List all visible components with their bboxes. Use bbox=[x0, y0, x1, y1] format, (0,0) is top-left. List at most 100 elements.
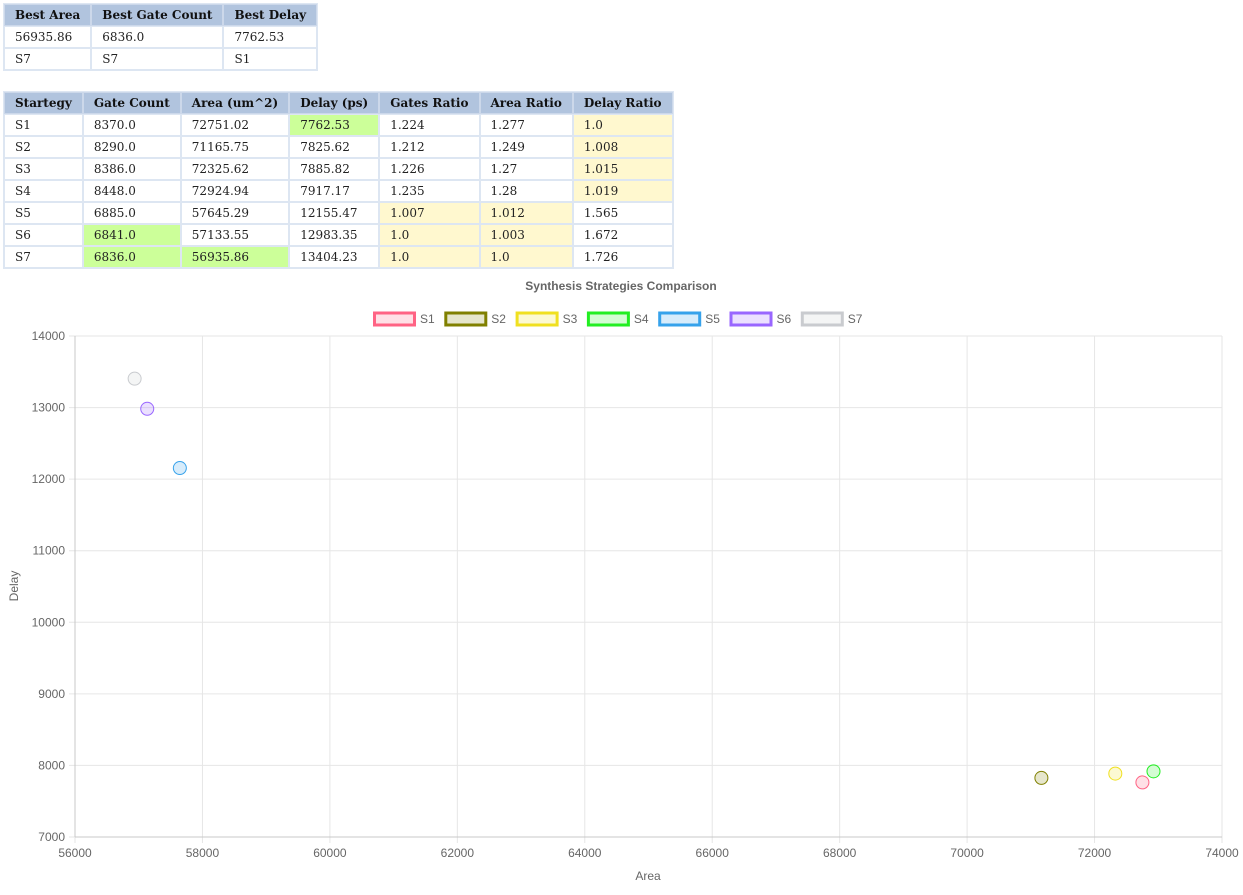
point-s3[interactable] bbox=[1108, 766, 1123, 781]
legend-swatch bbox=[800, 311, 844, 327]
col-header-area-ratio: Area Ratio bbox=[479, 92, 573, 114]
point-s4[interactable] bbox=[1146, 764, 1161, 779]
cell-area-ratio: 1.27 bbox=[479, 158, 573, 180]
summary-header-best-delay: Best Delay bbox=[223, 4, 318, 26]
legend-swatch bbox=[515, 311, 559, 327]
legend-swatch bbox=[729, 311, 773, 327]
cell-delay-ratio: 1.672 bbox=[572, 224, 673, 246]
table-row: S6 6841.0 57133.55 12983.35 1.0 1.003 1.672 bbox=[4, 224, 673, 246]
point-s1[interactable] bbox=[1135, 775, 1150, 790]
cell-gates-ratio: 1.226 bbox=[379, 158, 480, 180]
x-tick-label: 64000 bbox=[568, 846, 602, 860]
table-row: S5 6885.0 57645.29 12155.47 1.007 1.012 1.565 bbox=[4, 202, 673, 224]
y-tick-label: 11000 bbox=[33, 544, 66, 558]
table-row: S7 6836.0 56935.86 13404.23 1.0 1.0 1.726 bbox=[4, 246, 673, 268]
cell-delay-ratio: 1.015 bbox=[572, 158, 673, 180]
cell-delay-ratio: 1.0 bbox=[572, 114, 673, 136]
cell-area-ratio: 1.003 bbox=[479, 224, 573, 246]
table-row: S4 8448.0 72924.94 7917.17 1.235 1.28 1.019 bbox=[4, 180, 673, 202]
cell-delay-ratio: 1.565 bbox=[572, 202, 673, 224]
cell-delay: 13404.23 bbox=[289, 246, 380, 268]
best-area-value: 56935.86 bbox=[4, 26, 92, 48]
chart-legend: S1 S2 S3 S4 S5 S6 S7 bbox=[373, 311, 863, 327]
cell-gate-count: 6885.0 bbox=[82, 202, 181, 224]
point-s6[interactable] bbox=[140, 401, 155, 416]
legend-item-s7[interactable]: S7 bbox=[800, 311, 863, 327]
cell-delay-ratio: 1.726 bbox=[572, 246, 673, 268]
cell-area-ratio: 1.28 bbox=[479, 180, 573, 202]
y-tick-label: 14000 bbox=[32, 329, 66, 343]
legend-swatch bbox=[658, 311, 702, 327]
col-header-strategy: Startegy bbox=[4, 92, 83, 114]
cell-strategy: S5 bbox=[4, 202, 83, 224]
table-row: S1 8370.0 72751.02 7762.53 1.224 1.277 1.0 bbox=[4, 114, 673, 136]
col-header-delay: Delay (ps) bbox=[289, 92, 380, 114]
x-tick-label: 62000 bbox=[441, 846, 475, 860]
y-tick-label: 12000 bbox=[32, 472, 66, 486]
legend-label: S7 bbox=[848, 312, 863, 326]
point-s5[interactable] bbox=[172, 461, 187, 476]
table-row: S2 8290.0 71165.75 7825.62 1.212 1.249 1.008 bbox=[4, 136, 673, 158]
legend-swatch bbox=[444, 311, 488, 327]
legend-label: S4 bbox=[634, 312, 649, 326]
legend-item-s1[interactable]: S1 bbox=[373, 311, 436, 327]
cell-area: 56935.86 bbox=[180, 246, 290, 268]
point-s2[interactable] bbox=[1034, 770, 1049, 785]
cell-delay: 12983.35 bbox=[289, 224, 380, 246]
cell-area-ratio: 1.277 bbox=[479, 114, 573, 136]
cell-gates-ratio: 1.007 bbox=[379, 202, 480, 224]
point-s7[interactable] bbox=[127, 371, 142, 386]
cell-gate-count: 6841.0 bbox=[82, 224, 181, 246]
x-tick-label: 68000 bbox=[823, 846, 857, 860]
legend-item-s4[interactable]: S4 bbox=[586, 311, 649, 327]
col-header-area: Area (um^2) bbox=[180, 92, 290, 114]
y-tick-label: 10000 bbox=[32, 615, 66, 629]
best-delay-value: 7762.53 bbox=[223, 26, 318, 48]
summary-header-best-gate-count: Best Gate Count bbox=[91, 4, 224, 26]
cell-gate-count: 8448.0 bbox=[82, 180, 181, 202]
legend-item-s5[interactable]: S5 bbox=[658, 311, 721, 327]
summary-strategy-row: S7 S7 S1 bbox=[4, 48, 318, 70]
legend-label: S6 bbox=[777, 312, 792, 326]
x-tick-label: 60000 bbox=[313, 846, 347, 860]
legend-item-s2[interactable]: S2 bbox=[444, 311, 507, 327]
legend-label: S2 bbox=[491, 312, 506, 326]
col-header-gate-count: Gate Count bbox=[82, 92, 181, 114]
strategy-table: Startegy Gate Count Area (um^2) Delay (p… bbox=[3, 91, 674, 269]
cell-strategy: S4 bbox=[4, 180, 83, 202]
cell-area: 57133.55 bbox=[180, 224, 290, 246]
y-tick-label: 9000 bbox=[38, 687, 65, 701]
y-axis-title: Delay bbox=[7, 571, 21, 602]
best-gate-count-strategy: S7 bbox=[91, 48, 224, 70]
cell-area-ratio: 1.012 bbox=[479, 202, 573, 224]
legend-item-s3[interactable]: S3 bbox=[515, 311, 578, 327]
cell-delay: 7762.53 bbox=[289, 114, 380, 136]
cell-delay-ratio: 1.008 bbox=[572, 136, 673, 158]
cell-delay: 7917.17 bbox=[289, 180, 380, 202]
cell-strategy: S1 bbox=[4, 114, 83, 136]
cell-area: 72751.02 bbox=[180, 114, 290, 136]
cell-gates-ratio: 1.235 bbox=[379, 180, 480, 202]
cell-delay: 7825.62 bbox=[289, 136, 380, 158]
cell-area-ratio: 1.0 bbox=[479, 246, 573, 268]
chart-grid bbox=[69, 335, 1223, 843]
best-gate-count-value: 6836.0 bbox=[91, 26, 224, 48]
legend-swatch bbox=[586, 311, 630, 327]
y-tick-label: 13000 bbox=[32, 401, 66, 415]
col-header-gates-ratio: Gates Ratio bbox=[379, 92, 480, 114]
summary-header-row: Best Area Best Gate Count Best Delay bbox=[4, 4, 318, 26]
summary-header-best-area: Best Area bbox=[4, 4, 92, 26]
table-row: S3 8386.0 72325.62 7885.82 1.226 1.27 1.015 bbox=[4, 158, 673, 180]
cell-gate-count: 6836.0 bbox=[82, 246, 181, 268]
x-axis-title: Area bbox=[635, 869, 661, 883]
scatter-chart: Synthesis Strategies Comparison S1 S2 S3 S4… bbox=[7, 279, 1239, 883]
legend-item-s6[interactable]: S6 bbox=[729, 311, 792, 327]
summary-table: Best Area Best Gate Count Best Delay 569… bbox=[3, 3, 319, 71]
cell-gate-count: 8370.0 bbox=[82, 114, 181, 136]
cell-gate-count: 8290.0 bbox=[82, 136, 181, 158]
strategy-header-row: Startegy Gate Count Area (um^2) Delay (p… bbox=[4, 92, 673, 114]
summary-values-row: 56935.86 6836.0 7762.53 bbox=[4, 26, 318, 48]
y-tick-label: 8000 bbox=[38, 758, 65, 772]
x-tick-label: 58000 bbox=[186, 846, 220, 860]
cell-gates-ratio: 1.212 bbox=[379, 136, 480, 158]
